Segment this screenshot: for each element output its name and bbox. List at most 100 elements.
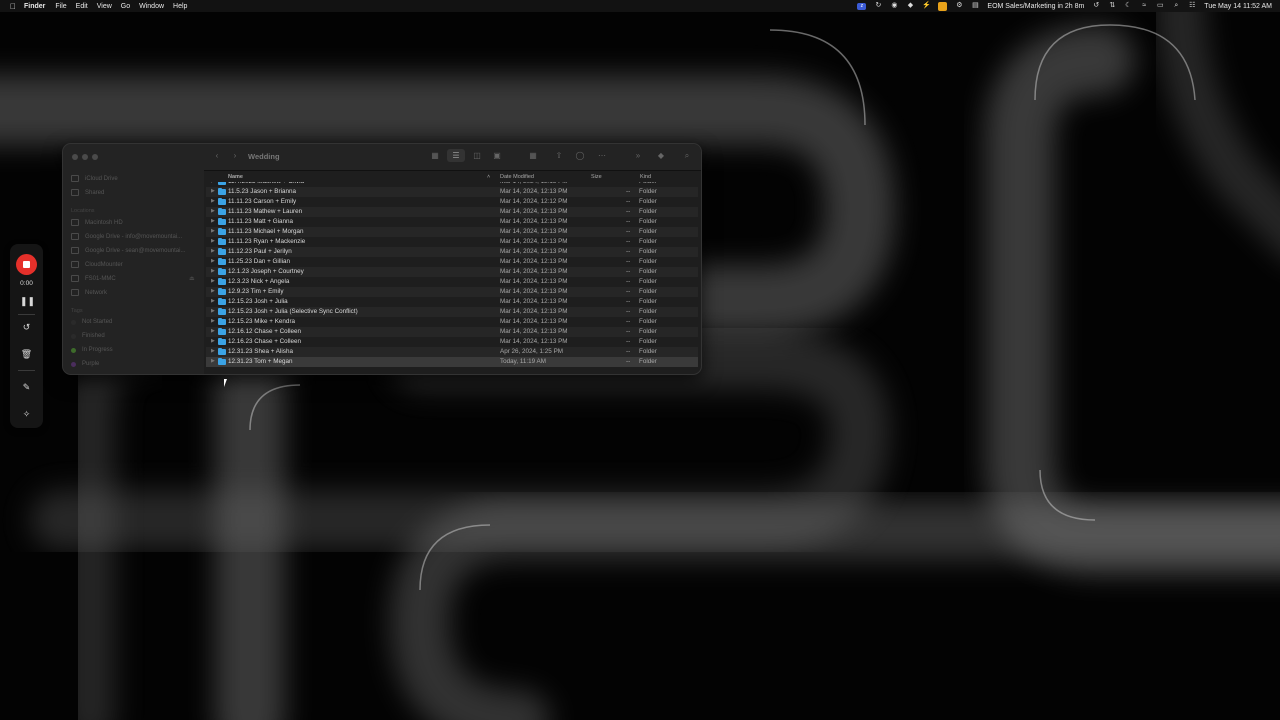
menu-help[interactable]: Help — [173, 3, 187, 10]
table-row[interactable]: ▶ 12.31.23 Shea + Alisha Apr 26, 2024, 1:2… — [206, 347, 698, 357]
menu-clock[interactable]: Tue May 14 11:52 AM — [1204, 3, 1272, 10]
wifi-icon[interactable]: ≈ — [1140, 2, 1148, 10]
sidebar-item-fs01-mmc[interactable]: FS01-MMC ⏏ — [71, 275, 195, 282]
sidebar-item-shared[interactable]: Shared — [71, 189, 104, 196]
menu-edit[interactable]: Edit — [76, 3, 88, 10]
refresh-icon[interactable]: ↺ — [1092, 2, 1100, 10]
sidebar-tag-in-progress[interactable]: In Progress — [71, 347, 113, 353]
table-row[interactable]: ▶ 12.3.23 Nick + Angela Mar 14, 2024, 12:1… — [206, 277, 698, 287]
amphetamine-icon[interactable] — [938, 1, 948, 11]
dropbox-icon[interactable]: ◆ — [656, 151, 666, 161]
disclosure-chevron-icon[interactable]: ▶ — [211, 188, 215, 194]
column-view-icon[interactable]: ◫ — [472, 151, 482, 161]
disclosure-chevron-icon[interactable]: ▶ — [211, 268, 215, 274]
menu-app-name[interactable]: Finder — [24, 3, 45, 10]
sidebar-item-google-drive-info[interactable]: Google Drive - info@movemountai... — [71, 233, 182, 240]
forward-icon[interactable]: › — [230, 151, 240, 161]
table-row[interactable]: ▶ 12.31.23 Tom + Megan Today, 11:19 AM -- Fo… — [206, 357, 698, 367]
table-row[interactable]: ▶ 12.16.12 Chase + Colleen Mar 14, 2024, 1… — [206, 327, 698, 337]
disclosure-chevron-icon[interactable]: ▶ — [211, 318, 215, 324]
back-icon[interactable]: ‹ — [212, 151, 222, 161]
battery-icon[interactable]: ▭ — [1156, 2, 1164, 10]
table-row[interactable]: ▶ 12.15.23 Josh + Julia Mar 14, 2024, 12:1… — [206, 297, 698, 307]
table-row[interactable]: ▶ 11.5.23 Jason + Brianna Mar 14, 2024, 12… — [206, 187, 698, 197]
disclosure-chevron-icon[interactable]: ▶ — [211, 198, 215, 204]
table-row[interactable]: ▶ 12.1.23 Joseph + Courtney Mar 14, 2024, … — [206, 267, 698, 277]
calendar-event-text[interactable]: EOM Sales/Marketing in 2h 8m — [987, 3, 1084, 10]
table-row[interactable]: ▶ 11.25.23 Dan + Gillian Mar 14, 2024, 12:… — [206, 257, 698, 267]
sidebar-item-macintosh-hd[interactable]: Macintosh HD — [71, 219, 123, 226]
table-row[interactable]: ▶ 11.12.23 Paul + Jerilyn Mar 14, 2024, 12… — [206, 247, 698, 257]
menu-go[interactable]: Go — [121, 3, 130, 10]
disclosure-chevron-icon[interactable]: ▶ — [211, 328, 215, 334]
disclosure-chevron-icon[interactable]: ▶ — [211, 238, 215, 244]
tag-icon[interactable]: ◯ — [575, 151, 585, 161]
table-row[interactable]: ▶ 12.15.23 Josh + Julia (Selective Sync C… — [206, 307, 698, 317]
table-row[interactable]: ▶ 11.11.23 Matt + Gianna Mar 14, 2024, 12:… — [206, 217, 698, 227]
sort-chevron-icon[interactable]: ˄ — [487, 174, 490, 180]
sidebar-tag-finished[interactable]: Finished — [71, 333, 105, 339]
trash-icon[interactable]: 🗑 — [20, 348, 33, 361]
column-header-date[interactable]: Date Modified — [500, 174, 534, 180]
disclosure-chevron-icon[interactable]: ▶ — [211, 258, 215, 264]
column-header-size[interactable]: Size — [591, 174, 602, 180]
search-icon[interactable]: ⌕ — [1172, 2, 1180, 10]
table-row[interactable]: ▶ 11.11.23 Carson + Emily Mar 14, 2024, 12… — [206, 197, 698, 207]
calendar-icon[interactable]: ▤ — [971, 2, 979, 10]
table-row[interactable]: ▶ 12.9.23 Tim + Emily Mar 14, 2024, 12:13 … — [206, 287, 698, 297]
disclosure-chevron-icon[interactable]: ▶ — [211, 288, 215, 294]
gallery-view-icon[interactable]: ▣ — [492, 151, 502, 161]
search-icon[interactable]: ⌕ — [682, 151, 692, 161]
disclosure-chevron-icon[interactable]: ▶ — [211, 248, 215, 254]
apple-icon[interactable]:  — [8, 2, 18, 11]
disclosure-chevron-icon[interactable]: ▶ — [211, 182, 215, 184]
sync-icon[interactable]: ↻ — [874, 2, 882, 10]
menu-file[interactable]: File — [55, 3, 66, 10]
table-row[interactable]: ▶ 11.11.23 Mathew + Lauren Mar 14, 2024, 1… — [206, 207, 698, 217]
eye-icon[interactable]: ◉ — [890, 2, 898, 10]
dropbox-icon[interactable]: ◆ — [906, 2, 914, 10]
disclosure-chevron-icon[interactable]: ▶ — [211, 228, 215, 234]
disclosure-chevron-icon[interactable]: ▶ — [211, 298, 215, 304]
pause-icon[interactable]: ❚❚ — [20, 295, 35, 308]
menu-view[interactable]: View — [97, 3, 112, 10]
table-row[interactable]: ▶ 12.16.23 Chase + Colleen Mar 14, 2024, 1… — [206, 337, 698, 347]
sidebar-item-network[interactable]: Network — [71, 289, 107, 296]
share-icon[interactable]: ⇧ — [554, 151, 564, 161]
bolt-icon[interactable]: ⚡ — [922, 2, 931, 10]
sidebar-item-icloud-drive[interactable]: iCloud Drive — [71, 175, 118, 182]
disclosure-chevron-icon[interactable]: ▶ — [211, 218, 215, 224]
eject-icon[interactable]: ⏏ — [189, 275, 195, 282]
moon-icon[interactable]: ☾ — [1124, 2, 1132, 10]
sidebar-item-cloudmounter[interactable]: CloudMounter — [71, 261, 123, 268]
sidebar-item-google-drive-sean[interactable]: Google Drive - sean@movemountai... — [71, 247, 185, 254]
column-header-kind[interactable]: Kind — [640, 174, 651, 180]
stop-recording-button[interactable] — [16, 254, 37, 275]
close-window-button[interactable] — [72, 154, 78, 160]
minimize-window-button[interactable] — [82, 154, 88, 160]
disclosure-chevron-icon[interactable]: ▶ — [211, 358, 215, 364]
menu-window[interactable]: Window — [139, 3, 164, 10]
disclosure-chevron-icon[interactable]: ▶ — [211, 278, 215, 284]
restart-icon[interactable]: ↺ — [20, 321, 33, 334]
table-row[interactable]: ▶ 11.11.23 Ryan + Mackenzie Mar 14, 2024, … — [206, 237, 698, 247]
icon-view-icon[interactable]: ▦ — [430, 151, 440, 161]
effects-icon[interactable]: ✧ — [20, 408, 33, 421]
disclosure-chevron-icon[interactable]: ▶ — [211, 338, 215, 344]
group-by-icon[interactable]: ▦ — [528, 151, 538, 161]
zoom-window-button[interactable] — [92, 154, 98, 160]
table-row[interactable]: ▶ 12.15.23 Mike + Kendra Mar 14, 2024, 12:… — [206, 317, 698, 327]
disclosure-chevron-icon[interactable]: ▶ — [211, 348, 215, 354]
pen-icon[interactable]: ✎ — [20, 381, 33, 394]
sidebar-tag-not-started[interactable]: Not Started — [71, 319, 112, 325]
sidebar-tag-purple[interactable]: Purple — [71, 361, 99, 367]
chevron-icon[interactable]: » — [633, 151, 643, 161]
table-row[interactable]: ▶ 11.11.23 Michael + Morgan Mar 14, 2024, … — [206, 227, 698, 237]
more-actions-icon[interactable]: ⋯ — [597, 151, 607, 161]
control-center-icon[interactable]: ☷ — [1188, 2, 1196, 10]
disclosure-chevron-icon[interactable]: ▶ — [211, 208, 215, 214]
gear-icon[interactable]: ⚙ — [955, 2, 963, 10]
transfer-icon[interactable]: ⇅ — [1108, 2, 1116, 10]
disclosure-chevron-icon[interactable]: ▶ — [211, 308, 215, 314]
zoom-icon[interactable]: z — [857, 2, 867, 10]
